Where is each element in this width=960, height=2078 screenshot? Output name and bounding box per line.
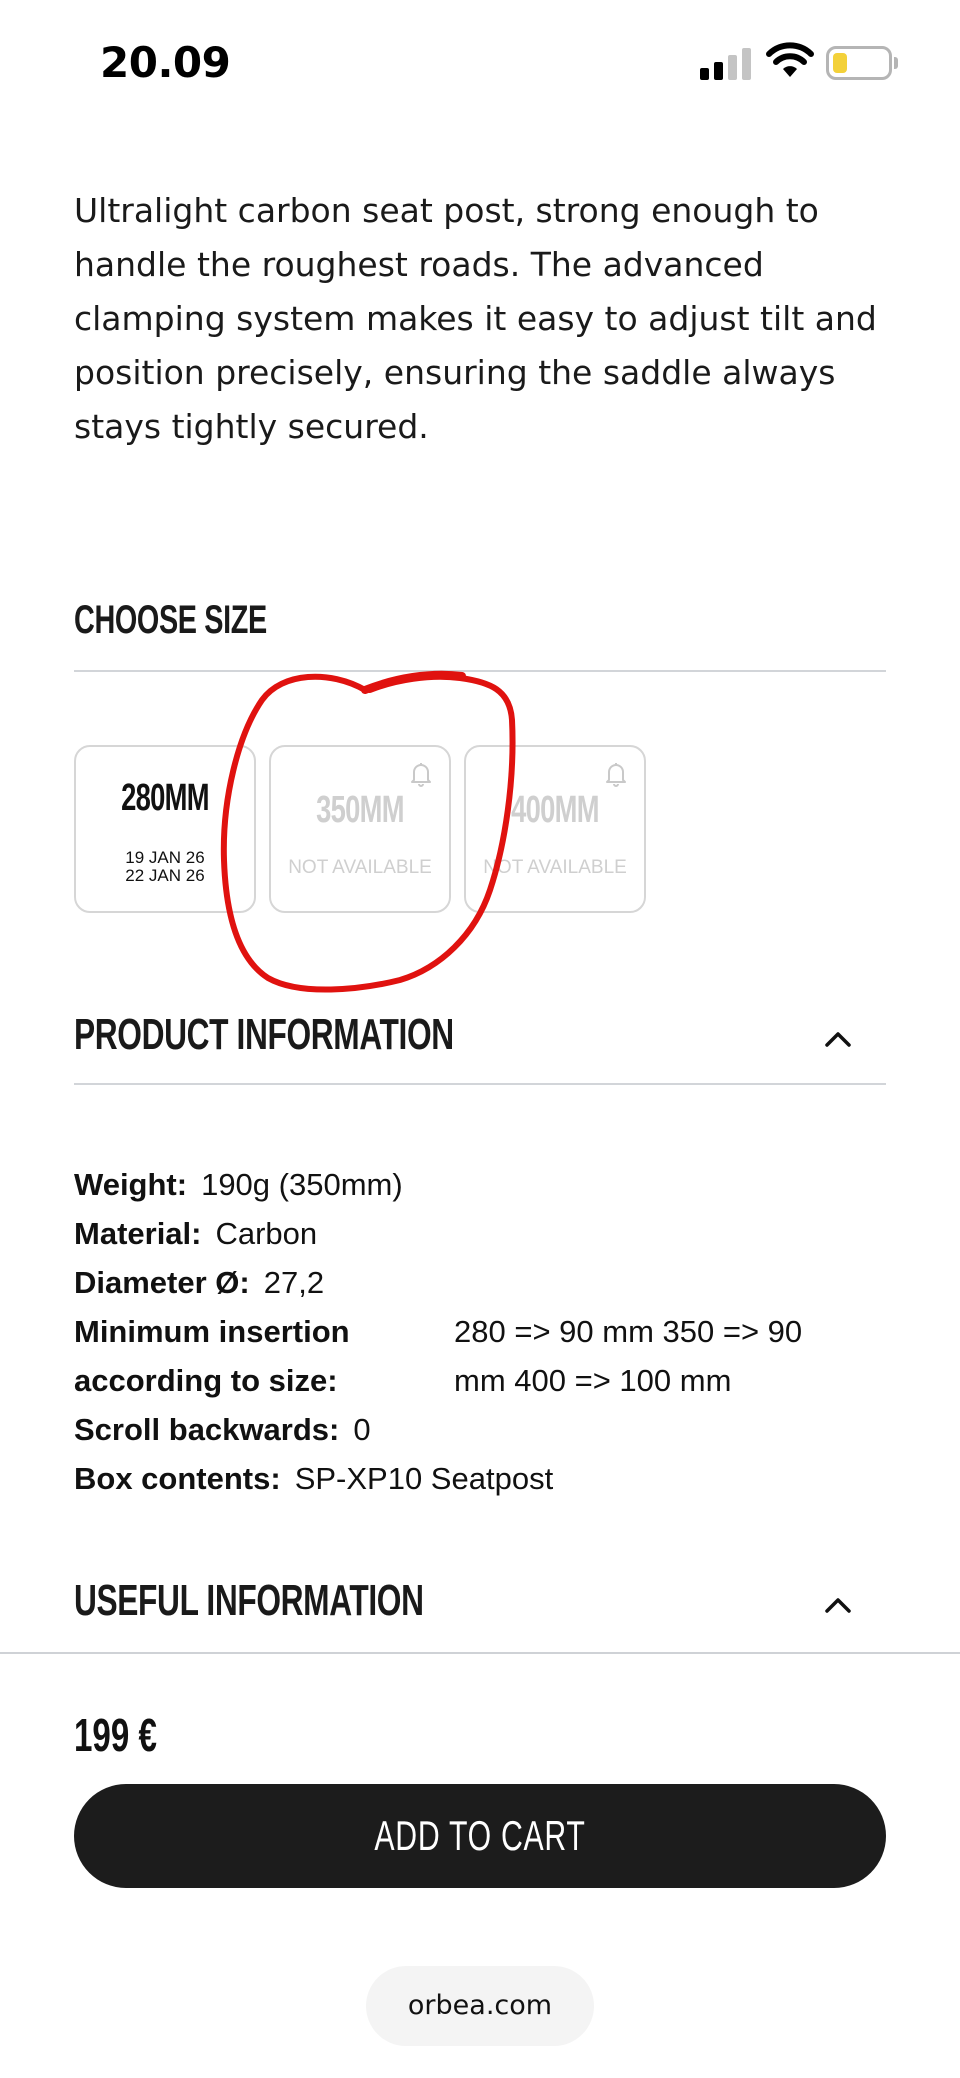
choose-size-title: CHOOSE SIZE (74, 598, 267, 642)
size-label: 400MM (511, 789, 599, 831)
spec-value: 190g (350mm) (201, 1167, 403, 1202)
spec-row: Minimum insertion according to size: 280… (74, 1307, 894, 1405)
size-label: 280MM (121, 777, 209, 819)
add-to-cart-label: ADD TO CART (374, 1812, 586, 1859)
cellular-signal-icon (700, 48, 752, 80)
availability-status: NOT AVAILABLE (483, 857, 627, 878)
bell-icon[interactable] (409, 761, 433, 787)
availability-status: NOT AVAILABLE (288, 857, 432, 878)
delivery-date-to: 22 JAN 26 (125, 866, 205, 885)
spec-value: 27,2 (263, 1265, 325, 1300)
battery-tip (894, 57, 898, 69)
spec-row: Weight: 190g (350mm) (74, 1160, 894, 1209)
delivery-dates: 19 JAN 26 22 JAN 26 (76, 849, 254, 885)
status-bar: 20.09 (0, 0, 960, 120)
spec-row: Box contents: SP-XP10 Seatpost (74, 1454, 894, 1503)
size-option-350mm[interactable]: 350MM NOT AVAILABLE (269, 745, 451, 913)
chevron-up-icon[interactable] (822, 1028, 854, 1050)
delivery-date-from: 19 JAN 26 (125, 848, 205, 867)
spec-label: Diameter Ø: (74, 1265, 250, 1300)
status-time: 20.09 (100, 38, 231, 87)
size-option-280mm[interactable]: 280MM 19 JAN 26 22 JAN 26 (74, 745, 256, 913)
purchase-bar: 199 € ADD TO CART orbea.com (0, 1652, 960, 2078)
product-description: Ultralight carbon seat post, strong enou… (74, 191, 877, 446)
divider (74, 670, 886, 672)
wifi-icon (766, 42, 814, 77)
spec-value: SP-XP10 Seatpost (294, 1461, 554, 1496)
spec-label: Minimum insertion according to size: (74, 1314, 350, 1398)
spec-row: Scroll backwards: 0 (74, 1405, 894, 1454)
browser-url-bar[interactable]: orbea.com (366, 1966, 594, 2046)
size-label: 350MM (316, 789, 404, 831)
spec-value: 280 => 90 mm 350 => 90 mm 400 => 100 mm (454, 1314, 803, 1398)
spec-label: Material: (74, 1216, 202, 1251)
spec-value: 0 (353, 1412, 371, 1447)
price: 199 € (74, 1709, 157, 1761)
battery-icon (826, 46, 892, 80)
battery-level (833, 53, 847, 73)
spec-label: Weight: (74, 1167, 188, 1202)
spec-row: Material: Carbon (74, 1209, 894, 1258)
red-annotation-circle (220, 670, 516, 993)
spec-label: Box contents: (74, 1461, 281, 1496)
bell-icon[interactable] (604, 761, 628, 787)
product-information-title[interactable]: PRODUCT INFORMATION (74, 1010, 454, 1060)
divider (74, 1083, 886, 1085)
chevron-up-icon[interactable] (822, 1594, 854, 1616)
size-option-400mm[interactable]: 400MM NOT AVAILABLE (464, 745, 646, 913)
spec-value: Carbon (215, 1216, 318, 1251)
spec-row: Diameter Ø: 27,2 (74, 1258, 894, 1307)
useful-information-title[interactable]: USEFUL INFORMATION (74, 1576, 424, 1626)
spec-label: Scroll backwards: (74, 1412, 340, 1447)
product-specs: Weight: 190g (350mm) Material: Carbon Di… (74, 1160, 894, 1503)
add-to-cart-button[interactable]: ADD TO CART (74, 1784, 886, 1888)
